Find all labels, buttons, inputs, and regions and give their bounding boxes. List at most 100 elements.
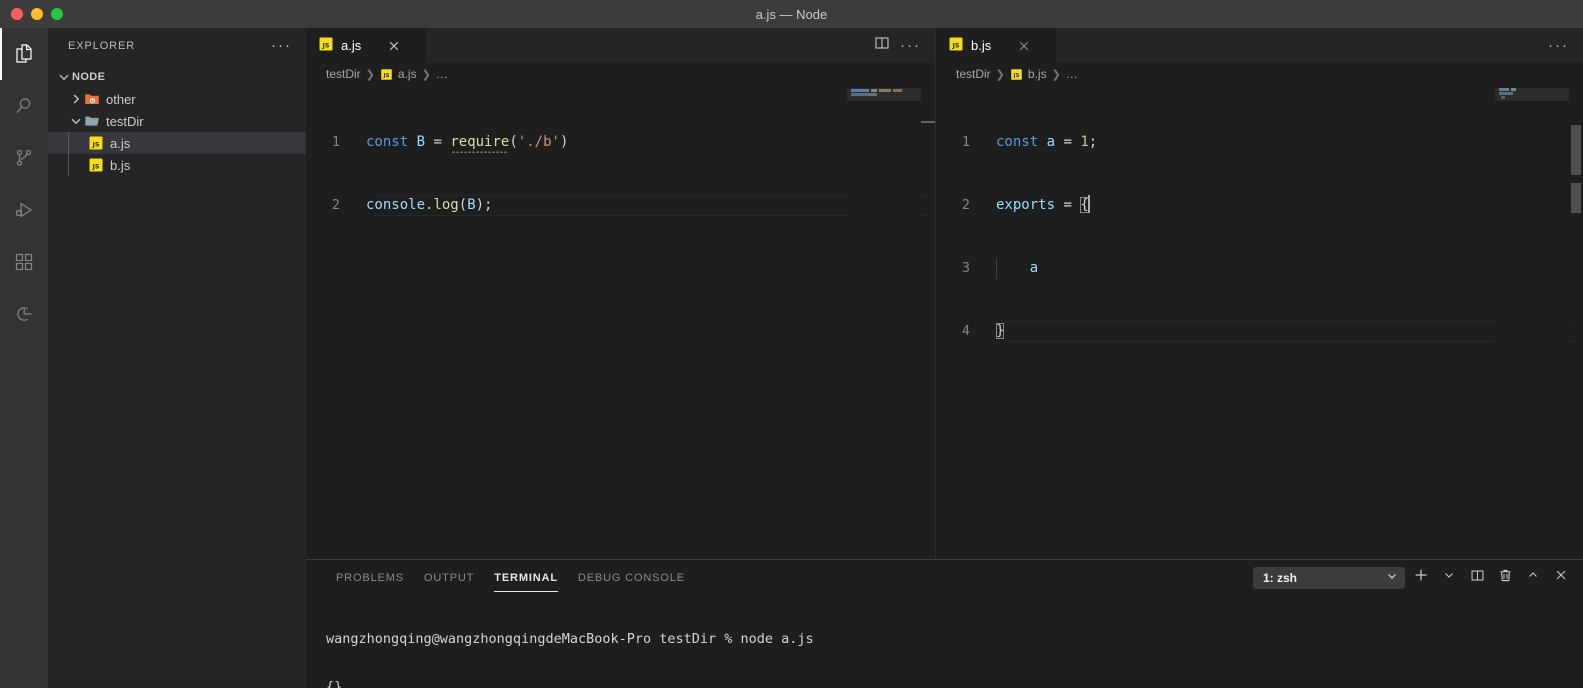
tab-debug-console[interactable]: DEBUG CONSOLE — [568, 560, 695, 595]
indent-guide — [68, 154, 69, 176]
split-editor-icon[interactable] — [874, 35, 890, 56]
activity-item-source-control[interactable] — [0, 132, 48, 184]
line-number: 3 — [961, 260, 970, 276]
zoom-window-button[interactable] — [51, 8, 63, 20]
line-text: exports = { — [996, 195, 1091, 216]
js-file-icon: JS — [88, 157, 104, 173]
activity-item-remote-explorer[interactable] — [0, 288, 48, 340]
terminal-selector-dropdown[interactable]: 1: zsh — [1253, 566, 1405, 589]
split-terminal-button[interactable] — [1465, 567, 1489, 589]
file-tree: NODE other testDir JS a.js JS b.js — [48, 63, 306, 176]
plus-icon — [1413, 567, 1429, 588]
tree-item-other[interactable]: other — [48, 88, 306, 110]
window-controls[interactable] — [0, 8, 63, 20]
minimap-line — [871, 89, 877, 92]
token-argument: B — [467, 197, 476, 213]
activity-item-explorer[interactable] — [0, 28, 48, 80]
terminal-line: {} — [326, 679, 343, 688]
remote-icon — [12, 302, 36, 326]
tab-terminal[interactable]: TERMINAL — [484, 560, 568, 595]
token-identifier: a — [1046, 134, 1056, 150]
tab-b-js[interactable]: JS b.js — [936, 28, 1056, 63]
breadcrumb-overflow[interactable]: … — [436, 67, 449, 81]
tab-label: b.js — [971, 38, 992, 53]
scrollbar-thumb[interactable] — [1571, 125, 1581, 175]
minimap-left[interactable] — [847, 85, 921, 559]
breadcrumb-file[interactable]: JS a.js — [380, 67, 417, 81]
editor-scrollbar-left[interactable] — [921, 85, 935, 559]
close-icon[interactable] — [386, 38, 402, 54]
js-file-icon: JS — [380, 68, 393, 81]
chevron-right-icon: ❯ — [1051, 68, 1061, 81]
tree-item-testdir[interactable]: testDir — [48, 110, 306, 132]
editor-actions-left: ··· — [874, 28, 935, 63]
chevron-right-icon: ❯ — [365, 68, 375, 81]
text-caret — [1087, 195, 1090, 213]
token-semicolon: ; — [1088, 134, 1098, 150]
window-title: a.js — Node — [755, 6, 828, 22]
workbench: EXPLORER ··· NODE other testDir JS a.js … — [0, 28, 1583, 688]
maximize-panel-button[interactable] — [1521, 567, 1545, 589]
tree-item-label: a.js — [110, 135, 131, 151]
tab-output[interactable]: OUTPUT — [414, 560, 484, 595]
tree-item-b-js[interactable]: JS b.js — [48, 154, 306, 176]
more-actions-icon[interactable]: ··· — [1548, 38, 1569, 53]
current-line-highlight — [1004, 321, 1575, 342]
files-icon — [12, 42, 36, 66]
split-icon — [1470, 568, 1485, 588]
breadcrumb-overflow[interactable]: … — [1066, 67, 1079, 81]
breadcrumb-left: testDir ❯ JS a.js ❯ … — [306, 63, 935, 85]
editor-scrollbar-right[interactable] — [1569, 85, 1583, 559]
code-editor-right[interactable]: 1 const a = 1; 2 exports = { 3 a 4} — [936, 85, 1583, 559]
token-identifier: a — [1029, 260, 1039, 276]
line-text: console.log(B); — [366, 195, 492, 216]
terminal-output[interactable]: wangzhongqing@wangzhongqingdeMacBook-Pro… — [306, 595, 1583, 688]
tab-label: a.js — [341, 38, 362, 53]
minimap-right[interactable] — [1495, 85, 1569, 559]
close-panel-button[interactable] — [1549, 567, 1573, 589]
breadcrumb-folder[interactable]: testDir — [956, 67, 991, 81]
code-content-right: 1 const a = 1; 2 exports = { 3 a 4} — [936, 85, 1583, 384]
line-number: 2 — [961, 197, 970, 213]
line-text: a — [996, 258, 1038, 279]
code-line: 2 exports = { — [936, 195, 1583, 216]
bottom-panel: PROBLEMS OUTPUT TERMINAL DEBUG CONSOLE 1… — [306, 559, 1583, 688]
js-file-icon: JS — [318, 36, 334, 55]
terminal-dropdown-button[interactable] — [1437, 567, 1461, 589]
svg-text:JS: JS — [322, 41, 330, 49]
more-actions-icon[interactable]: ··· — [900, 38, 921, 53]
code-line: 1 const B = require('./b') — [306, 132, 935, 153]
token-string: './b' — [517, 134, 560, 150]
tree-item-label: other — [106, 91, 136, 107]
close-icon[interactable] — [1016, 38, 1032, 54]
activity-item-search[interactable] — [0, 80, 48, 132]
minimize-window-button[interactable] — [31, 8, 43, 20]
token-operator: = — [1063, 197, 1072, 213]
tab-problems[interactable]: PROBLEMS — [326, 560, 414, 595]
new-terminal-button[interactable] — [1409, 567, 1433, 589]
activity-item-run-and-debug[interactable] — [0, 184, 48, 236]
activity-item-extensions[interactable] — [0, 236, 48, 288]
minimap-line — [851, 93, 877, 96]
svg-text:JS: JS — [92, 162, 100, 170]
minimap-line — [851, 89, 869, 92]
chevron-down-icon — [68, 113, 84, 129]
tab-a-js[interactable]: JS a.js — [306, 28, 426, 63]
trash-icon — [1498, 568, 1513, 588]
token-paren: ( — [509, 134, 518, 150]
kill-terminal-button[interactable] — [1493, 567, 1517, 589]
line-text: const B = require('./b') — [366, 132, 568, 153]
chevron-right-icon: ❯ — [995, 68, 1005, 81]
svg-text:JS: JS — [1013, 73, 1020, 79]
tree-item-a-js[interactable]: JS a.js — [48, 132, 306, 154]
breadcrumb-file-label: a.js — [397, 67, 417, 81]
breadcrumb-file[interactable]: JS b.js — [1010, 67, 1047, 81]
sidebar-more-actions-icon[interactable]: ··· — [271, 38, 298, 53]
tree-root-node[interactable]: NODE — [48, 66, 306, 88]
editor-group-left: JS a.js ··· testDir ❯ JS a.js ❯ … 1 cons… — [306, 28, 936, 559]
scrollbar-thumb[interactable] — [1571, 183, 1581, 213]
code-editor-left[interactable]: 1 const B = require('./b') 2 console.log… — [306, 85, 935, 559]
close-window-button[interactable] — [11, 8, 23, 20]
breadcrumb-folder[interactable]: testDir — [326, 67, 361, 81]
minimap-line — [1499, 92, 1513, 95]
